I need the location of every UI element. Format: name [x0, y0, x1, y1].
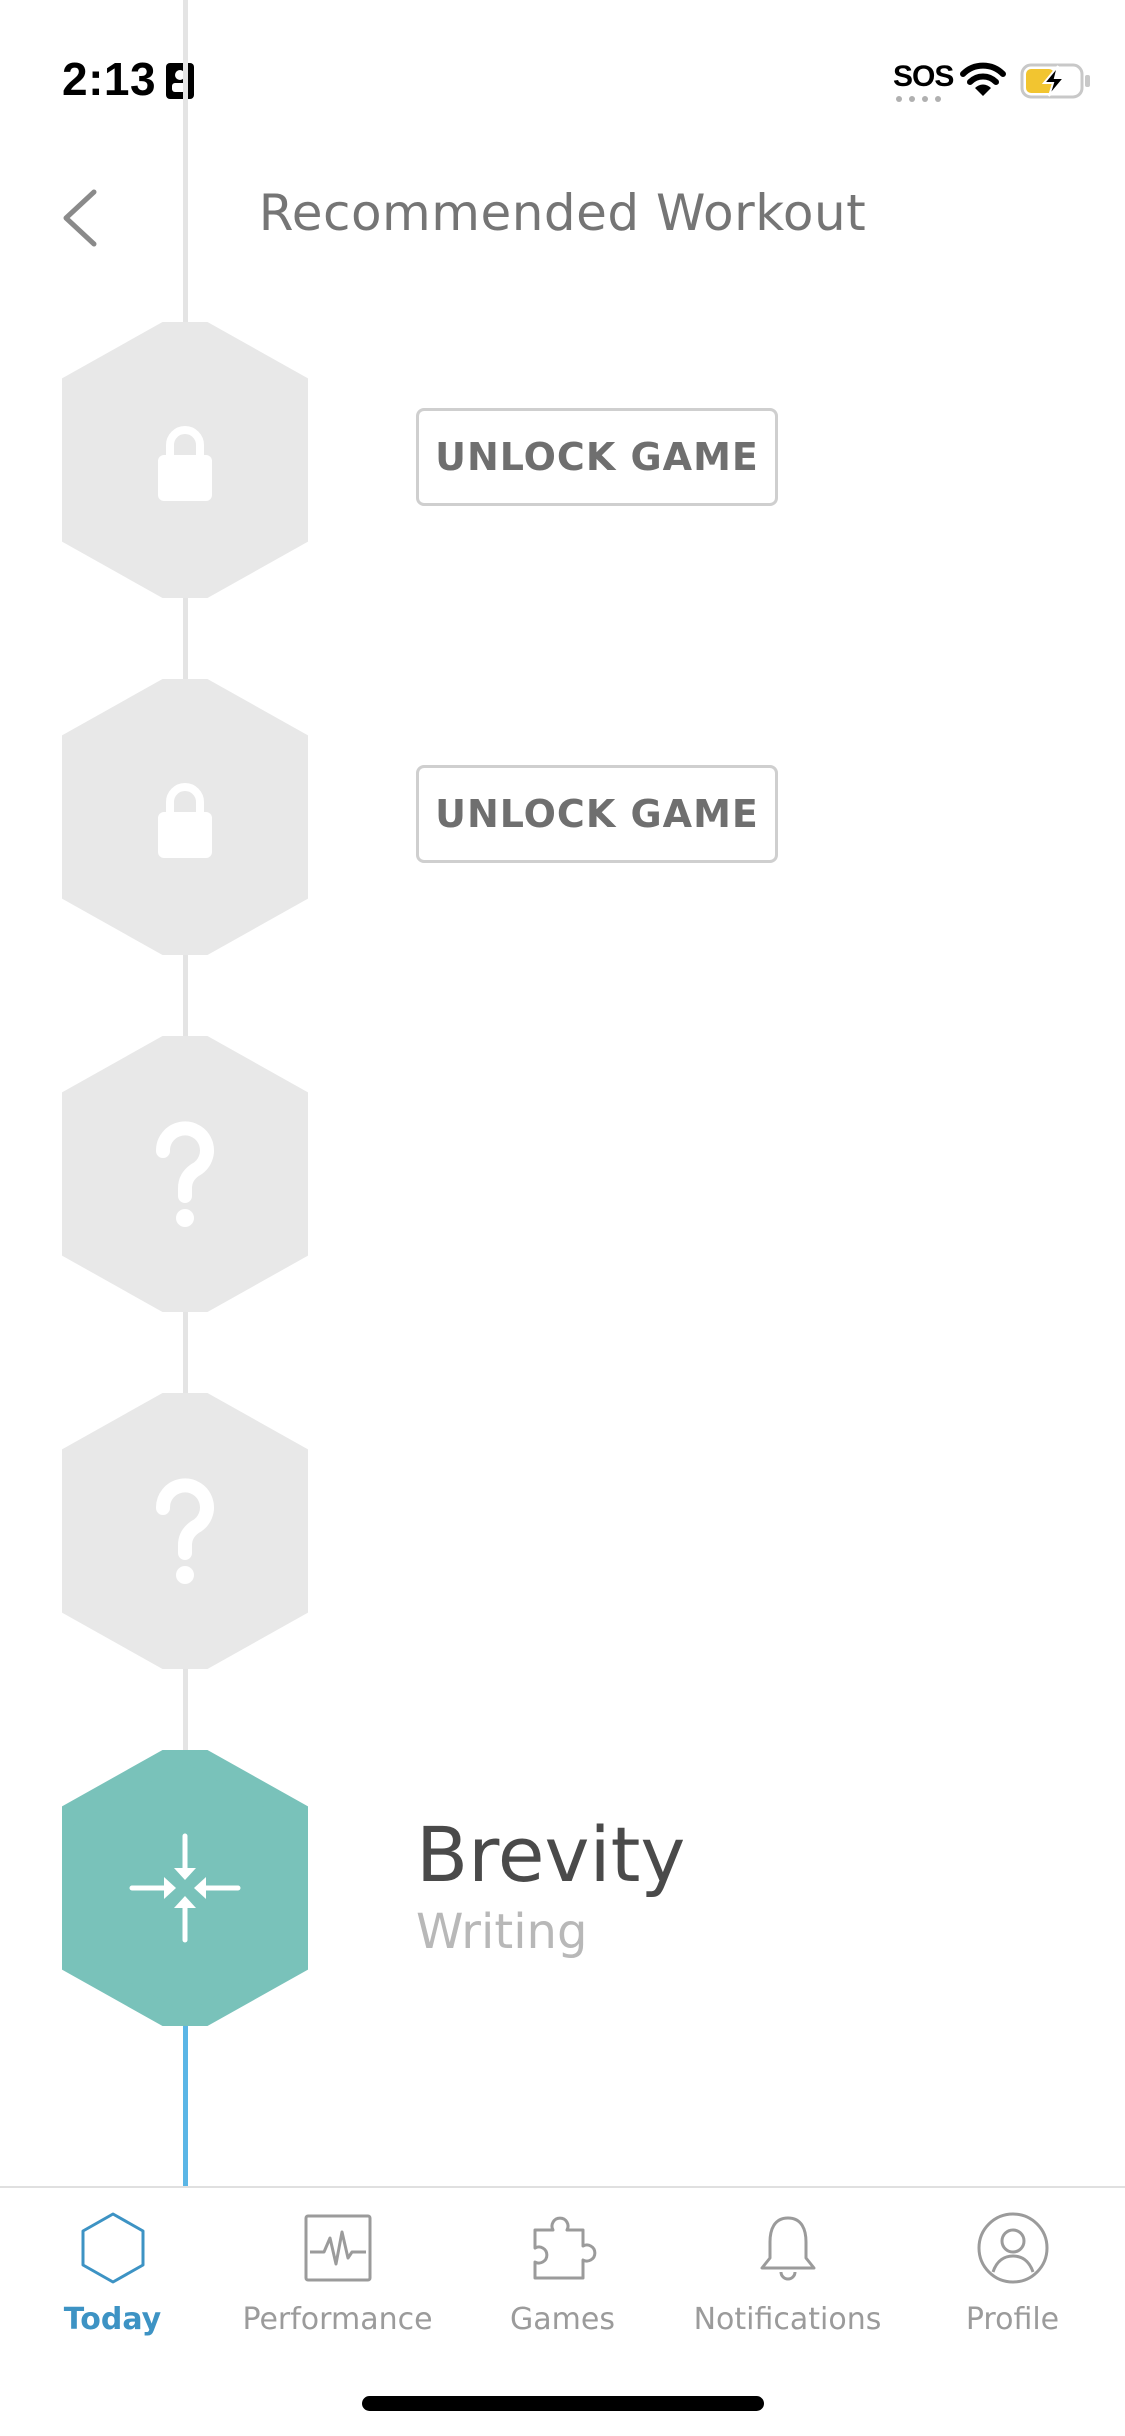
hexagon-shape [62, 1393, 308, 1669]
tab-label: Profile [965, 2302, 1060, 2337]
tab-label: Games [510, 2302, 615, 2337]
hexagon-shape [62, 322, 308, 598]
person-circle-icon [977, 2212, 1048, 2284]
unlock-game-button[interactable]: UNLOCK GAME [416, 408, 778, 506]
timeline-line-progress [183, 2020, 188, 2188]
tab-label: Today [63, 2302, 162, 2337]
unknown-game-node [62, 1036, 308, 1312]
locked-game-node[interactable] [62, 322, 308, 598]
tab-performance[interactable]: Performance [225, 2208, 450, 2368]
app-screen: 2:13 SOS Recommended Workout UNLOCK GAME… [0, 0, 1125, 2436]
current-game-node[interactable] [62, 1750, 308, 2026]
tab-notifications[interactable]: Notifications [675, 2208, 900, 2368]
locked-game-node[interactable] [62, 679, 308, 955]
hexagon-shape [62, 679, 308, 955]
puzzle-piece-icon [533, 2216, 596, 2280]
bell-icon [760, 2216, 815, 2281]
status-sos: SOS [893, 60, 954, 93]
wifi-icon [960, 62, 1006, 96]
tab-label: Notifications [693, 2302, 882, 2337]
tab-profile[interactable]: Profile [900, 2208, 1125, 2368]
status-time: 2:13 [62, 53, 157, 105]
page-title: Recommended Workout [258, 184, 867, 242]
tab-games[interactable]: Games [450, 2208, 675, 2368]
hexagon-shape [62, 1036, 308, 1312]
game-name[interactable]: Brevity [416, 1810, 685, 1899]
unknown-game-node [62, 1393, 308, 1669]
pulse-chart-icon [304, 2214, 371, 2282]
unlock-game-button[interactable]: UNLOCK GAME [416, 765, 778, 863]
tab-today[interactable]: Today [0, 2208, 225, 2368]
portrait-lock-icon [166, 63, 194, 99]
home-indicator[interactable] [362, 2396, 764, 2411]
battery-charging-icon [1020, 63, 1090, 99]
tab-label: Performance [242, 2302, 433, 2337]
hexagon-icon [81, 2212, 144, 2284]
hexagon-shape [62, 1750, 308, 2026]
game-category: Writing [416, 1904, 588, 1960]
signal-dots-icon [896, 96, 941, 102]
